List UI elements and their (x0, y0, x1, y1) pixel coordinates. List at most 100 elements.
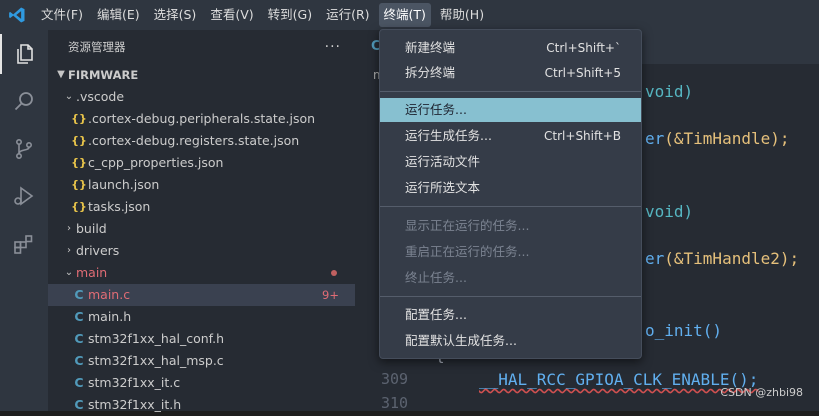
menu-view[interactable]: 查看(V) (205, 3, 258, 27)
menu-item-new-terminal[interactable]: 新建终端 Ctrl+Shift+` (380, 36, 641, 60)
menu-run[interactable]: 运行(R) (321, 3, 374, 27)
tree-item-label: drivers (76, 243, 120, 258)
chevron-down-icon: ⌄ (64, 267, 74, 278)
json-file-icon: {} (71, 178, 87, 191)
menu-item-label: 运行活动文件 (405, 154, 481, 169)
tree-item-selected[interactable]: C main.c 9+ (48, 284, 355, 306)
code-token: o_init() (645, 321, 723, 340)
search-icon[interactable] (0, 82, 48, 122)
chevron-down-icon: ⌄ (64, 91, 74, 102)
tree-item-label: stm32f1xx_hal_msp.c (88, 353, 224, 368)
terminal-menu-dropdown: 新建终端 Ctrl+Shift+` 拆分终端 Ctrl+Shift+5 运行任务… (379, 29, 642, 359)
line-number: 310 (381, 394, 409, 412)
tree-item[interactable]: {} .cortex-debug.registers.state.json (48, 130, 355, 152)
menu-item-show-running-tasks: 显示正在运行的任务... (380, 214, 641, 238)
explorer-header: 资源管理器 ··· (48, 30, 355, 64)
tree-item[interactable]: C stm32f1xx_hal_msp.c (48, 350, 355, 372)
tree-item-label: main (76, 265, 108, 280)
code-line[interactable]: o_init() (645, 321, 722, 340)
json-file-icon: {} (71, 112, 87, 125)
code-line[interactable]: __HAL_RCC_GPIOA_CLK_ENABLE(); (479, 370, 758, 389)
c-file-icon: C (74, 331, 84, 346)
code-line[interactable]: er(&TimHandle2); (645, 249, 799, 268)
more-actions-icon[interactable]: ··· (325, 39, 341, 55)
code-line[interactable]: void) (645, 82, 693, 101)
menu-item-split-terminal[interactable]: 拆分终端 Ctrl+Shift+5 (380, 61, 641, 85)
tree-item-label: launch.json (88, 177, 160, 192)
tree-item[interactable]: C stm32f1xx_it.c (48, 372, 355, 394)
tree-item[interactable]: {} .cortex-debug.peripherals.state.json (48, 108, 355, 130)
code-line[interactable]: void) (645, 202, 693, 221)
watermark: CSDN @zhbi98 (720, 386, 803, 399)
explorer-title: 资源管理器 (68, 40, 126, 54)
json-file-icon: {} (71, 200, 87, 213)
tree-item-label: stm32f1xx_it.h (88, 397, 182, 412)
tree-item[interactable]: C stm32f1xx_it.h (48, 394, 355, 416)
code-line[interactable]: er(&TimHandle); (645, 129, 790, 148)
tree-item-label: .cortex-debug.peripherals.state.json (88, 111, 316, 126)
tree-item-label: .cortex-debug.registers.state.json (88, 133, 300, 148)
tree-item[interactable]: {} launch.json (48, 174, 355, 196)
menu-edit[interactable]: 编辑(E) (92, 3, 145, 27)
tree-item[interactable]: C main.h (48, 306, 355, 328)
tree-folder-vscode[interactable]: ⌄ .vscode (48, 86, 355, 108)
menu-item-terminate-task: 终止任务... (380, 266, 641, 290)
chevron-right-icon: › (67, 245, 71, 256)
menu-item-configure-default-build-task[interactable]: 配置默认生成任务... (380, 329, 641, 353)
menu-item-run-build-task[interactable]: 运行生成任务... Ctrl+Shift+B (380, 124, 641, 148)
menu-item-label: 新建终端 (405, 40, 456, 55)
json-file-icon: {} (71, 156, 87, 169)
menu-item-configure-tasks[interactable]: 配置任务... (380, 303, 641, 327)
menu-item-restart-running-task: 重启正在运行的任务... (380, 240, 641, 264)
tree-folder-main[interactable]: ⌄ main (48, 262, 355, 284)
code-token: er (645, 129, 665, 148)
tree-item-label: tasks.json (88, 199, 151, 214)
c-file-icon: C (74, 353, 84, 368)
menu-item-run-selected-text[interactable]: 运行所选文本 (380, 176, 641, 200)
folder-root[interactable]: ▼ FIRMWARE (48, 64, 355, 86)
menu-item-label: 配置默认生成任务... (405, 333, 517, 348)
tree-folder-build[interactable]: › build (48, 218, 355, 240)
extensions-icon[interactable] (0, 224, 48, 264)
vscode-logo-icon (0, 0, 34, 30)
activity-bar (0, 30, 48, 411)
menu-item-shortcut: Ctrl+Shift+5 (544, 66, 621, 80)
tree-item-label: stm32f1xx_it.c (88, 375, 181, 390)
c-file-icon: C (74, 287, 84, 302)
tree-item-label: .vscode (76, 89, 125, 104)
tree-item[interactable]: {} c_cpp_properties.json (48, 152, 355, 174)
menu-separator (380, 91, 641, 92)
menu-help[interactable]: 帮助(H) (435, 3, 489, 27)
menu-terminal[interactable]: 终端(T) (378, 3, 431, 27)
menu-file[interactable]: 文件(F) (36, 3, 88, 27)
line-number: 309 (381, 370, 409, 388)
source-control-icon[interactable] (0, 129, 48, 169)
code-token: void) (645, 202, 694, 221)
code-token: er (645, 249, 665, 268)
chevron-right-icon: › (67, 223, 71, 234)
menu-item-label: 拆分终端 (405, 65, 456, 80)
run-debug-icon[interactable] (0, 176, 48, 216)
menu-bar: 文件(F) 编辑(E) 选择(S) 查看(V) 转到(G) 运行(R) 终端(T… (0, 0, 819, 30)
code-token: (&TimHandle2); (664, 249, 800, 268)
menu-item-label: 运行任务... (405, 102, 467, 117)
tree-item-label: stm32f1xx_hal_conf.h (88, 331, 225, 346)
menu-go[interactable]: 转到(G) (263, 3, 317, 27)
problems-badge: 9+ (322, 288, 339, 302)
tree-item-label: main.c (88, 287, 131, 302)
tree-item[interactable]: C stm32f1xx_hal_conf.h (48, 328, 355, 350)
tree-item[interactable]: {} tasks.json (48, 196, 355, 218)
menu-item-label: 重启正在运行的任务... (405, 244, 530, 259)
code-token: (&TimHandle); (664, 129, 790, 148)
c-file-icon: C (74, 375, 84, 390)
menu-separator (380, 206, 641, 207)
c-file-icon: C (74, 309, 84, 324)
menu-selection[interactable]: 选择(S) (149, 3, 202, 27)
explorer-icon[interactable] (0, 34, 48, 74)
menu-item-run-active-file[interactable]: 运行活动文件 (380, 150, 641, 174)
menu-item-label: 运行所选文本 (405, 180, 481, 195)
menu-item-run-task[interactable]: 运行任务... (380, 98, 641, 122)
tree-folder-drivers[interactable]: › drivers (48, 240, 355, 262)
menu-item-label: 显示正在运行的任务... (405, 218, 530, 233)
menu-item-shortcut: Ctrl+Shift+B (544, 129, 621, 143)
